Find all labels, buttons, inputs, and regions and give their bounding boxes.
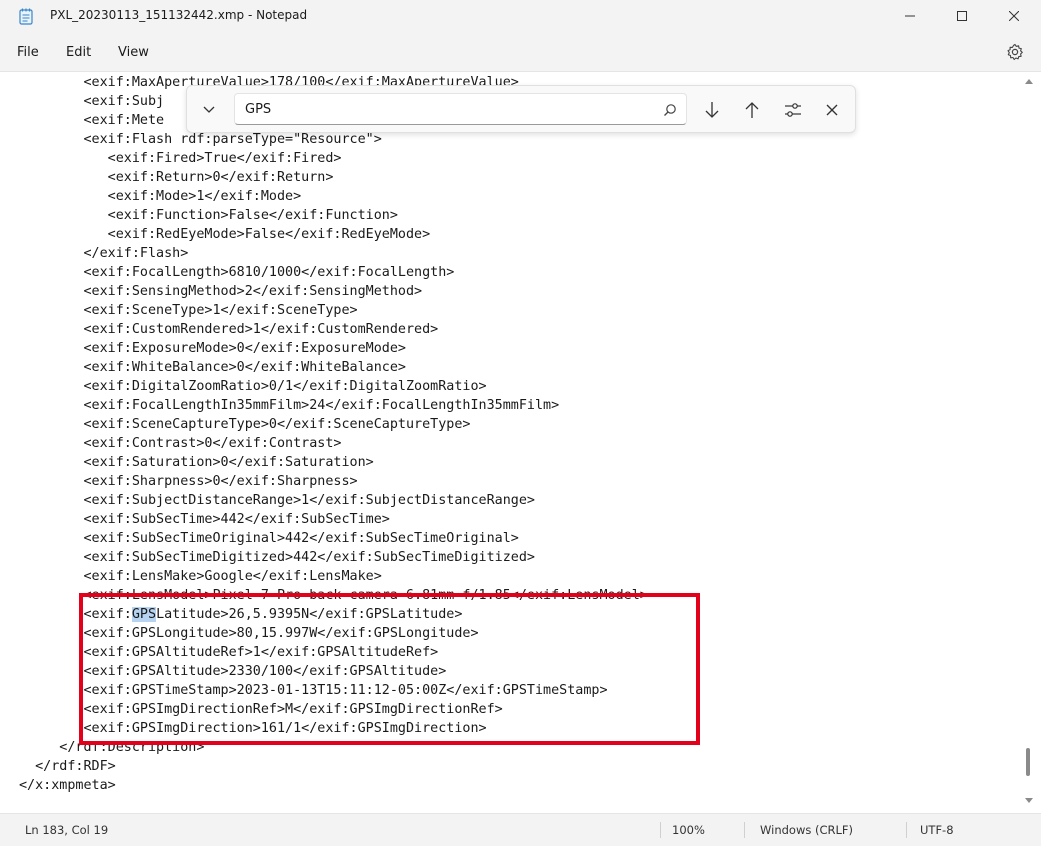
text-line: <exif:DigitalZoomRatio>0/1</exif:Digital… <box>19 379 487 394</box>
scroll-up-arrow-icon[interactable] <box>1024 76 1034 86</box>
encoding: UTF-8 <box>920 823 954 837</box>
find-previous-button[interactable] <box>740 98 764 122</box>
close-window-button[interactable] <box>988 0 1040 32</box>
cursor-position: Ln 183, Col 19 <box>25 823 109 837</box>
find-input-value: GPS <box>245 102 272 117</box>
vertical-scrollbar-thumb[interactable] <box>1026 748 1030 776</box>
text-line: <exif:Function>False</exif:Function> <box>19 208 398 223</box>
find-input[interactable]: GPS <box>234 93 687 125</box>
menu-view[interactable]: View <box>118 45 149 60</box>
text-line: <exif:LensMake>Google</exif:LensMake> <box>19 569 382 584</box>
text-line: <exif:ExposureMode>0</exif:ExposureMode> <box>19 341 406 356</box>
red-annotation-box <box>79 593 700 745</box>
close-icon <box>1009 11 1019 21</box>
text-line: <exif:SensingMethod>2</exif:SensingMetho… <box>19 284 423 299</box>
menu-file[interactable]: File <box>17 45 39 60</box>
text-line: <exif:SceneCaptureType>0</exif:SceneCapt… <box>19 417 471 432</box>
menu-bar: File Edit View <box>0 34 1041 72</box>
text-line: <exif:SubSecTimeDigitized>442</exif:SubS… <box>19 550 535 565</box>
line-ending: Windows (CRLF) <box>760 823 854 837</box>
close-find-button[interactable] <box>820 98 844 122</box>
options-sliders-icon <box>785 103 801 117</box>
text-line: <exif:Sharpness>0</exif:Sharpness> <box>19 474 358 489</box>
scroll-down-arrow-icon[interactable] <box>1024 796 1034 806</box>
toggle-replace-button[interactable] <box>199 100 219 120</box>
text-line: <exif:RedEyeMode>False</exif:RedEyeMode> <box>19 227 431 242</box>
search-icon[interactable] <box>663 103 677 117</box>
text-line: <exif:Return>0</exif:Return> <box>19 170 334 185</box>
text-line: </x:xmpmeta> <box>19 778 116 793</box>
text-line: <exif:Saturation>0</exif:Saturation> <box>19 455 374 470</box>
text-line: <exif:SubSecTimeOriginal>442</exif:SubSe… <box>19 531 519 546</box>
status-divider <box>906 822 907 838</box>
text-line: <exif:CustomRendered>1</exif:CustomRende… <box>19 322 439 337</box>
text-line: <exif:FocalLengthIn35mmFilm>24</exif:Foc… <box>19 398 560 413</box>
window-title: PXL_20230113_151132442.xmp - Notepad <box>50 8 308 22</box>
minimize-icon <box>905 15 915 17</box>
chevron-down-icon <box>203 106 215 113</box>
text-line: <exif:Contrast>0</exif:Contrast> <box>19 436 342 451</box>
notepad-icon <box>19 8 33 25</box>
text-line: <exif:Fired>True</exif:Fired> <box>19 151 342 166</box>
settings-gear-icon[interactable] <box>1006 43 1024 61</box>
find-options-button[interactable] <box>781 98 805 122</box>
status-divider <box>660 822 661 838</box>
text-line: <exif:FocalLength>6810/1000</exif:FocalL… <box>19 265 455 280</box>
find-next-button[interactable] <box>700 98 724 122</box>
arrow-down-icon <box>705 102 719 118</box>
status-divider <box>744 822 745 838</box>
status-bar: Ln 183, Col 19 100% Windows (CRLF) UTF-8 <box>0 813 1041 846</box>
arrow-up-icon <box>745 102 759 118</box>
text-line: </exif:Flash> <box>19 246 189 261</box>
text-line: <exif:SubSecTime>442</exif:SubSecTime> <box>19 512 390 527</box>
text-line: <exif:SceneType>1</exif:SceneType> <box>19 303 358 318</box>
minimize-button[interactable] <box>884 0 936 32</box>
text-line: <exif:SubjectDistanceRange>1</exif:Subje… <box>19 493 535 508</box>
menu-edit[interactable]: Edit <box>66 45 91 60</box>
title-bar: PXL_20230113_151132442.xmp - Notepad <box>0 0 1041 34</box>
text-line: <exif:Mode>1</exif:Mode> <box>19 189 302 204</box>
text-line: </rdf:RDF> <box>19 759 116 774</box>
close-icon <box>826 104 838 116</box>
maximize-icon <box>957 11 967 21</box>
maximize-button[interactable] <box>936 0 988 32</box>
zoom-level: 100% <box>672 823 705 837</box>
find-panel: GPS <box>186 85 856 133</box>
text-line: <exif:WhiteBalance>0</exif:WhiteBalance> <box>19 360 406 375</box>
